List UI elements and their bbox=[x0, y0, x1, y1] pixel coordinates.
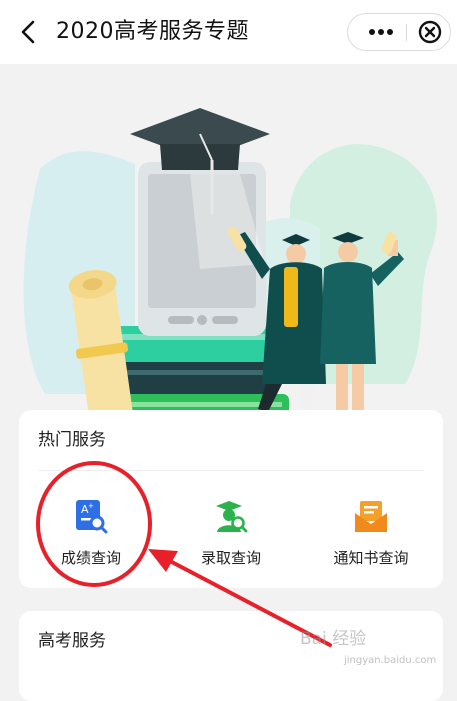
capsule-divider bbox=[406, 24, 407, 41]
envelope-icon bbox=[355, 501, 387, 532]
score-query-button[interactable]: A + 成绩查询 bbox=[21, 482, 161, 572]
hot-services-title: 热门服务 bbox=[38, 430, 106, 450]
page-title: 2020高考服务专题 bbox=[56, 19, 249, 44]
notice-query-label: 通知书查询 bbox=[333, 549, 409, 567]
chevron-left-icon[interactable] bbox=[14, 16, 44, 48]
card-divider bbox=[38, 470, 424, 471]
notice-query-button[interactable]: 通知书查询 bbox=[301, 482, 441, 572]
watermark-url: jingyan.baidu.com bbox=[344, 655, 437, 666]
close-circle-icon[interactable] bbox=[411, 14, 449, 50]
gaokao-services-title: 高考服务 bbox=[38, 631, 106, 651]
graduation-banner-illustration bbox=[23, 108, 438, 424]
more-dots-icon[interactable] bbox=[358, 14, 404, 50]
navigation-bar: 2020高考服务专题 bbox=[0, 0, 457, 64]
graduate-search-icon bbox=[216, 501, 248, 533]
score-search-icon: A + bbox=[76, 500, 108, 534]
admission-query-button[interactable]: 录取查询 bbox=[161, 482, 301, 572]
score-query-label: 成绩查询 bbox=[60, 549, 121, 567]
admission-query-label: 录取查询 bbox=[200, 549, 261, 567]
watermark-logo: Bai 经验 bbox=[300, 629, 367, 649]
hot-services-card: 热门服务 A + 成绩查询 录取查询 通知书查询 bbox=[19, 410, 443, 588]
mini-program-capsule bbox=[347, 13, 451, 51]
svg-text:+: + bbox=[88, 502, 94, 510]
